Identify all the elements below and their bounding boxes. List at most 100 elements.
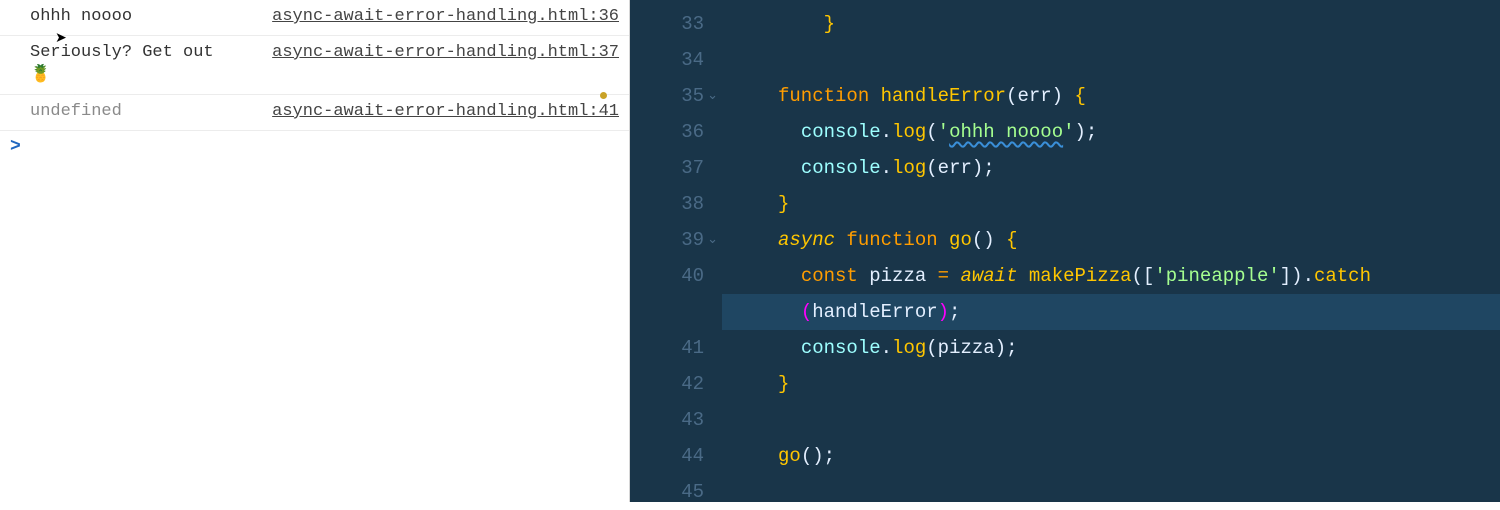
line-number: 45 [630, 474, 704, 510]
line-number: 44 [630, 438, 704, 474]
code-line[interactable]: (handleError); [722, 294, 1500, 330]
code-area[interactable]: } function handleError(err) { console.lo… [722, 0, 1500, 502]
code-editor-panel[interactable]: 333435⌄36373839⌄404142434445 } function … [630, 0, 1500, 502]
code-token: ; [824, 445, 835, 467]
code-line[interactable]: console.log(pizza); [722, 330, 1500, 366]
code-token: ) [983, 229, 994, 251]
fold-chevron-icon[interactable]: ⌄ [707, 222, 718, 258]
console-message: undefined [30, 101, 122, 124]
code-token: ) [1291, 265, 1302, 287]
code-line[interactable]: console.log(err); [722, 150, 1500, 186]
code-token: ) [972, 157, 983, 179]
code-token: handleError [812, 301, 937, 323]
code-token: } [778, 193, 789, 215]
code-token: ( [1006, 85, 1017, 107]
code-line[interactable]: async function go() { [722, 222, 1500, 258]
code-token: { [1074, 85, 1085, 107]
code-token: console [801, 157, 881, 179]
code-token: log [892, 121, 926, 143]
line-number: 38 [630, 186, 704, 222]
line-number: 37 [630, 150, 704, 186]
line-number: 42 [630, 366, 704, 402]
code-token: ( [801, 301, 812, 323]
code-line[interactable]: } [722, 6, 1500, 42]
code-token: ( [926, 337, 937, 359]
code-token: . [1303, 265, 1314, 287]
code-token [995, 229, 1006, 251]
code-token: { [1006, 229, 1017, 251]
console-source-link[interactable]: async-await-error-handling.html:41 [272, 101, 619, 124]
devtools-console-panel[interactable]: ohhh noooo async-await-error-handling.htm… [0, 0, 630, 502]
code-line[interactable] [722, 474, 1500, 510]
code-line[interactable]: } [722, 186, 1500, 222]
code-line[interactable]: } [722, 366, 1500, 402]
console-message: ohhh noooo [30, 6, 132, 29]
code-token: go [949, 229, 972, 251]
line-number: 43 [630, 402, 704, 438]
console-source-link[interactable]: async-await-error-handling.html:37 [272, 42, 619, 65]
console-log-row: Seriously? Get out 🍍 async-await-error-ha… [0, 36, 629, 95]
code-token: } [778, 373, 789, 395]
console-log-row: undefined async-await-error-handling.html… [0, 95, 629, 131]
code-token: ; [949, 301, 960, 323]
code-token: . [881, 337, 892, 359]
code-token: err [938, 157, 972, 179]
code-token [926, 265, 937, 287]
code-line[interactable] [722, 402, 1500, 438]
code-token: function [778, 85, 881, 107]
code-token: err [1017, 85, 1051, 107]
code-token: ' [1063, 121, 1074, 143]
code-token: ) [938, 301, 949, 323]
code-token: ( [926, 121, 937, 143]
code-token: function [846, 229, 949, 251]
code-token: ( [926, 157, 937, 179]
console-log-row: ohhh noooo async-await-error-handling.htm… [0, 0, 629, 36]
code-token: handleError [881, 85, 1006, 107]
code-token: = [938, 265, 949, 287]
code-token: await [960, 265, 1028, 287]
code-token: . [881, 121, 892, 143]
code-token: ] [1280, 265, 1291, 287]
code-token: makePizza [1029, 265, 1132, 287]
code-token: ( [801, 445, 812, 467]
code-token: console [801, 337, 881, 359]
console-source-link[interactable]: async-await-error-handling.html:36 [272, 6, 619, 29]
code-token: . [881, 157, 892, 179]
code-token: ( [972, 229, 983, 251]
code-token: ; [983, 157, 994, 179]
console-prompt[interactable]: > [0, 131, 629, 163]
line-number: 39⌄ [630, 222, 704, 258]
code-token: ; [1006, 337, 1017, 359]
code-token: console [801, 121, 881, 143]
code-token: ) [1052, 85, 1063, 107]
fold-chevron-icon[interactable]: ⌄ [707, 78, 718, 114]
line-number: 34 [630, 42, 704, 78]
console-message: Seriously? Get out 🍍 [30, 42, 230, 88]
code-line[interactable]: go(); [722, 438, 1500, 474]
line-number: 35⌄ [630, 78, 704, 114]
code-token: log [892, 157, 926, 179]
code-line[interactable]: const pizza = await makePizza(['pineappl… [722, 258, 1500, 294]
line-number: 41 [630, 330, 704, 366]
line-number: 36 [630, 114, 704, 150]
code-token: const [801, 265, 869, 287]
code-token: async [778, 229, 846, 251]
code-token: ' [938, 121, 949, 143]
code-token: ohhh noooo [949, 121, 1063, 143]
code-line[interactable]: function handleError(err) { [722, 78, 1500, 114]
code-token: ) [995, 337, 1006, 359]
code-token: } [824, 13, 835, 35]
code-token: log [892, 337, 926, 359]
code-token: pizza [938, 337, 995, 359]
code-line[interactable] [722, 42, 1500, 78]
code-token: pizza [869, 265, 926, 287]
code-token: catch [1314, 265, 1371, 287]
code-token: ; [1086, 121, 1097, 143]
code-token [949, 265, 960, 287]
line-number-gutter: 333435⌄36373839⌄404142434445 [630, 0, 722, 502]
line-number [630, 294, 704, 330]
code-token: 'pineapple' [1154, 265, 1279, 287]
line-number: 40 [630, 258, 704, 294]
code-line[interactable]: console.log('ohhh noooo'); [722, 114, 1500, 150]
code-token: ( [1132, 265, 1143, 287]
